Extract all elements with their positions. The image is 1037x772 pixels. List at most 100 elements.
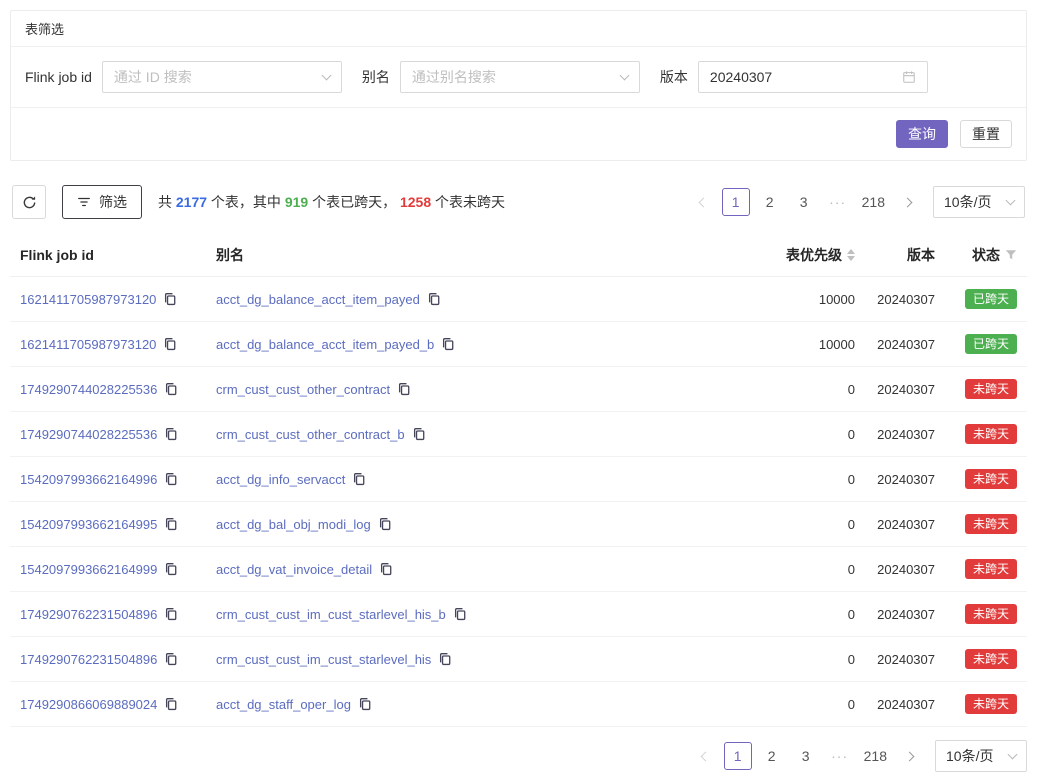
filter-card: 表筛选 Flink job id 通过 ID 搜索 别名 通过别名搜索 版本 [10,10,1027,161]
flink-job-id-link[interactable]: 1542097993662164999 [20,562,157,577]
flink-job-id-link[interactable]: 1621411705987973120 [20,292,156,307]
table-row: 1542097993662164995 acct_dg_bal_obj_modi… [10,502,1027,547]
copy-icon[interactable] [378,517,392,531]
prev-page-button[interactable] [688,188,716,216]
status-badge: 已跨天 [965,334,1017,354]
flink-job-id-link[interactable]: 1749290744028225536 [20,427,157,442]
copy-icon[interactable] [358,697,372,711]
field-flink-job-id: Flink job id 通过 ID 搜索 [25,61,342,93]
alias-link[interactable]: crm_cust_cust_other_contract [216,382,390,397]
priority-value: 0 [745,472,865,487]
copy-icon[interactable] [164,697,178,711]
field-alias: 别名 通过别名搜索 [362,61,640,93]
version-value: 20240307 [865,697,945,712]
page-button-2[interactable]: 2 [758,742,786,770]
filter-button-label: 筛选 [99,192,127,212]
copy-icon[interactable] [397,382,411,396]
copy-icon[interactable] [164,652,178,666]
page-button-last[interactable]: 218 [858,188,889,216]
copy-icon[interactable] [163,337,177,351]
page-button-3[interactable]: 3 [792,742,820,770]
version-value: 20240307 [865,562,945,577]
copy-icon[interactable] [441,337,455,351]
alias-link[interactable]: acct_dg_vat_invoice_detail [216,562,372,577]
version-value: 20240307 [865,427,945,442]
query-button[interactable]: 查询 [896,120,948,148]
page-ellipsis[interactable]: ··· [824,188,852,216]
page-button-1[interactable]: 1 [724,742,752,770]
flink-job-id-link[interactable]: 1749290744028225536 [20,382,157,397]
next-page-button[interactable] [897,742,925,770]
flink-job-id-placeholder: 通过 ID 搜索 [114,67,192,87]
refresh-icon [22,195,37,210]
page-size-select[interactable]: 10条/页 [935,740,1027,772]
pagination-top: 1 2 3 ··· 218 [688,188,923,216]
copy-icon[interactable] [412,427,426,441]
total-count: 2177 [176,194,207,210]
priority-header-label: 表优先级 [786,245,842,265]
chevron-down-icon [1006,195,1016,205]
copy-icon[interactable] [427,292,441,306]
refresh-button[interactable] [12,185,46,219]
flink-job-id-label: Flink job id [25,69,92,85]
page-button-1[interactable]: 1 [722,188,750,216]
copy-icon[interactable] [164,607,178,621]
page-ellipsis[interactable]: ··· [826,742,854,770]
copy-icon[interactable] [164,517,178,531]
alias-link[interactable]: acct_dg_info_servacct [216,472,345,487]
page-button-3[interactable]: 3 [790,188,818,216]
status-badge: 未跨天 [965,424,1017,444]
priority-value: 0 [745,562,865,577]
sort-icon[interactable] [847,249,855,261]
alias-link[interactable]: crm_cust_cust_im_cust_starlevel_his [216,652,431,667]
status-badge: 未跨天 [965,604,1017,624]
alias-link[interactable]: crm_cust_cust_im_cust_starlevel_his_b [216,607,446,622]
reset-button[interactable]: 重置 [960,120,1012,148]
filter-button[interactable]: 筛选 [62,185,142,219]
status-header-label: 状态 [972,245,1000,265]
column-header-flink-job-id: Flink job id [10,247,206,263]
page-button-last[interactable]: 218 [860,742,891,770]
version-date-picker[interactable] [698,61,928,93]
flink-job-id-select[interactable]: 通过 ID 搜索 [102,61,342,93]
chevron-down-icon [619,70,629,80]
table-row: 1621411705987973120 acct_dg_balance_acct… [10,277,1027,322]
copy-icon[interactable] [164,382,178,396]
alias-link[interactable]: crm_cust_cust_other_contract_b [216,427,405,442]
copy-icon[interactable] [164,472,178,486]
priority-value: 10000 [745,337,865,352]
alias-link[interactable]: acct_dg_staff_oper_log [216,697,351,712]
page-button-2[interactable]: 2 [756,188,784,216]
copy-icon[interactable] [164,562,178,576]
results-table: Flink job id 别名 表优先级 版本 状态 1621411705987… [10,233,1027,727]
page-size-value: 10条/页 [946,746,993,766]
copy-icon[interactable] [164,427,178,441]
flink-job-id-link[interactable]: 1621411705987973120 [20,337,156,352]
next-page-button[interactable] [895,188,923,216]
chevron-down-icon [321,70,331,80]
filter-funnel-icon[interactable] [1005,249,1017,261]
copy-icon[interactable] [453,607,467,621]
alias-select[interactable]: 通过别名搜索 [400,61,640,93]
copy-icon[interactable] [163,292,177,306]
prev-page-button[interactable] [690,742,718,770]
status-badge: 未跨天 [965,514,1017,534]
copy-icon[interactable] [379,562,393,576]
column-header-status[interactable]: 状态 [945,245,1027,265]
copy-icon[interactable] [438,652,452,666]
copy-icon[interactable] [352,472,366,486]
page-size-select[interactable]: 10条/页 [933,186,1025,218]
flink-job-id-link[interactable]: 1542097993662164995 [20,517,157,532]
priority-value: 0 [745,652,865,667]
column-header-priority[interactable]: 表优先级 [745,245,865,265]
flink-job-id-link[interactable]: 1749290866069889024 [20,697,157,712]
flink-job-id-link[interactable]: 1749290762231504896 [20,652,157,667]
version-value: 20240307 [865,517,945,532]
flink-job-id-link[interactable]: 1749290762231504896 [20,607,157,622]
alias-link[interactable]: acct_dg_bal_obj_modi_log [216,517,371,532]
alias-link[interactable]: acct_dg_balance_acct_item_payed_b [216,337,434,352]
flink-job-id-link[interactable]: 1542097993662164996 [20,472,157,487]
version-date-input[interactable] [710,69,894,85]
alias-link[interactable]: acct_dg_balance_acct_item_payed [216,292,420,307]
chevron-right-icon [903,197,913,207]
